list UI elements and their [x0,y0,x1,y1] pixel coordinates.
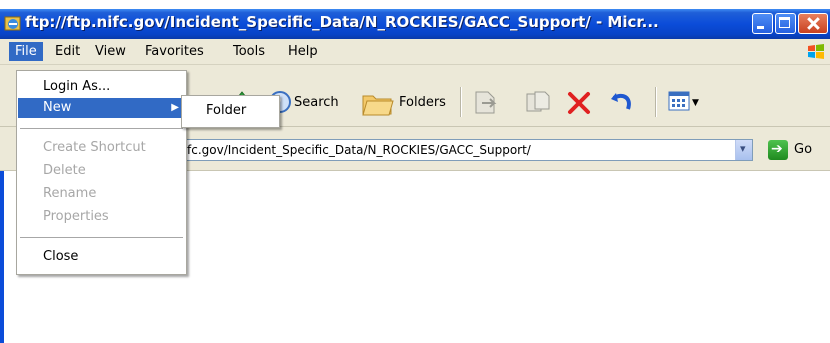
submenu-arrow-icon: ▶ [171,102,179,113]
menu-view[interactable]: View [89,42,132,61]
menu-file[interactable]: File [9,42,43,61]
menu-item-login-as[interactable]: Login As... [18,77,185,97]
close-icon[interactable] [798,13,828,34]
submenu-item-folder[interactable]: Folder [206,103,246,118]
delete-icon[interactable] [566,90,592,116]
maximize-icon[interactable] [775,13,796,34]
toolbar-separator [460,87,462,117]
windows-logo-icon [808,44,824,59]
menu-separator [20,237,183,238]
views-icon[interactable] [668,91,690,111]
menu-tools[interactable]: Tools [227,42,271,61]
menu-item-close[interactable]: Close [18,247,185,267]
window-title: ftp://ftp.nifc.gov/Incident_Specific_Dat… [25,13,659,31]
go-button[interactable]: Go [794,142,812,157]
move-to-icon[interactable] [472,89,500,115]
top-strip [0,0,830,9]
menu-separator [20,128,183,129]
undo-icon[interactable] [608,89,634,115]
new-submenu: Folder [181,95,280,128]
search-button-label[interactable]: Search [294,95,339,110]
folders-button-label[interactable]: Folders [399,95,446,110]
address-value: fc.gov/Incident_Specific_Data/N_ROCKIES/… [187,143,531,157]
menu-item-rename: Rename [43,186,97,201]
menu-item-create-shortcut: Create Shortcut [43,140,146,155]
menu-edit[interactable]: Edit [49,42,86,61]
ie-app-icon [4,16,21,31]
menu-bar: File Edit View Favorites Tools Help [0,39,830,65]
menu-favorites[interactable]: Favorites [139,42,210,61]
menu-item-new-label: New [43,100,72,115]
address-input[interactable]: fc.gov/Incident_Specific_Data/N_ROCKIES/… [186,139,753,161]
menu-help[interactable]: Help [282,42,324,61]
title-bar[interactable]: ftp://ftp.nifc.gov/Incident_Specific_Dat… [0,9,830,39]
menu-item-delete: Delete [43,163,86,178]
file-menu-dropdown: Login As... New ▶ Create Shortcut Delete… [16,70,187,275]
minimize-icon[interactable] [752,13,773,34]
menu-item-properties: Properties [43,209,109,224]
window-border [0,171,4,343]
menu-item-new[interactable]: New ▶ [18,98,185,118]
folders-icon[interactable] [361,88,395,118]
go-arrow-icon[interactable] [768,140,788,160]
copy-to-icon[interactable] [525,89,553,115]
chevron-down-icon[interactable]: ▼ [692,98,699,108]
toolbar-separator [655,87,657,117]
dropdown-icon[interactable] [735,140,752,160]
